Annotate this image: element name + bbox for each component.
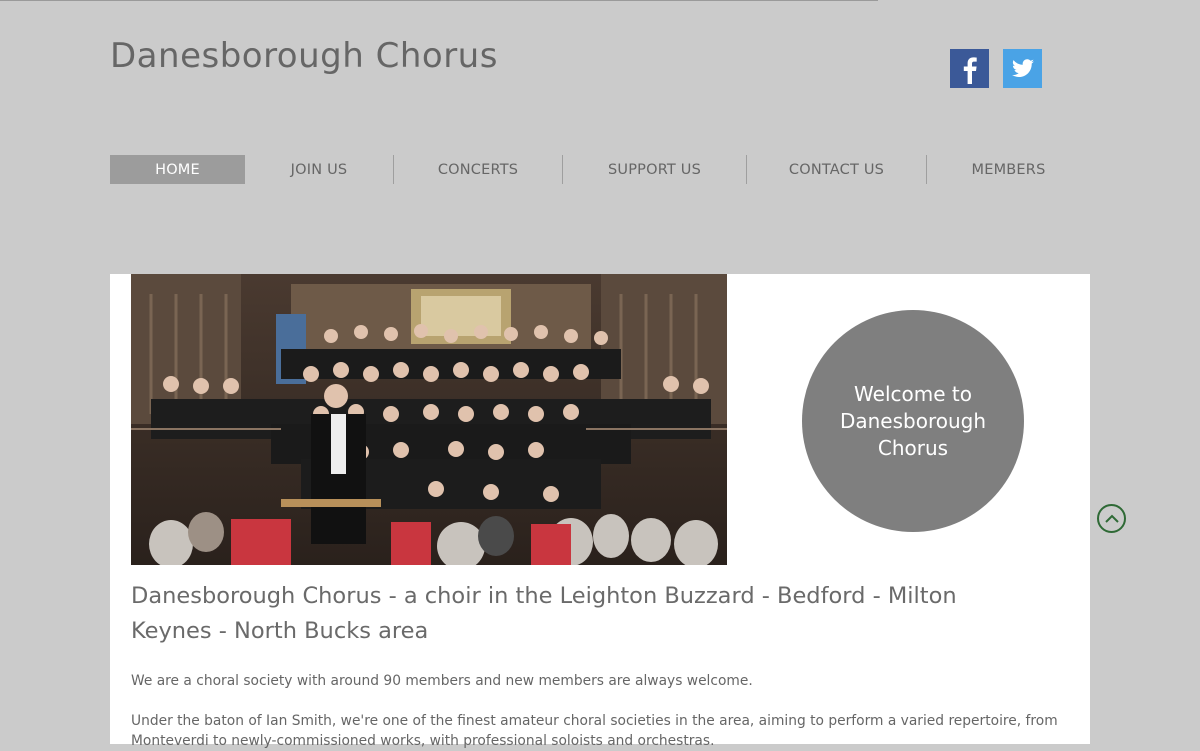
main-navigation: HOME JOIN US CONCERTS SUPPORT US CONTACT… [110,155,1090,184]
welcome-circle: Welcome to Danesborough Chorus [802,310,1024,532]
choir-photo [131,274,727,565]
description-paragraph: Under the baton of Ian Smith, we're one … [131,713,1058,749]
intro-paragraph: We are a choral society with around 90 m… [131,673,753,689]
nav-contact-us[interactable]: CONTACT US [747,155,926,184]
chevron-up-icon [1104,514,1119,523]
nav-join-us[interactable]: JOIN US [245,155,393,184]
twitter-icon[interactable] [1003,49,1042,88]
top-border-line [0,0,878,1]
welcome-text: Welcome to Danesborough Chorus [839,381,987,460]
nav-concerts[interactable]: CONCERTS [394,155,562,184]
scroll-to-top-button[interactable] [1097,504,1126,533]
page-headline: Danesborough Chorus - a choir in the Lei… [131,583,957,644]
social-links [950,49,1042,88]
site-title[interactable]: Danesborough Chorus [110,36,498,76]
nav-members[interactable]: MEMBERS [927,155,1090,184]
nav-support-us[interactable]: SUPPORT US [563,155,746,184]
main-content-panel: Welcome to Danesborough Chorus Danesboro… [110,274,1090,749]
nav-home[interactable]: HOME [110,155,245,184]
facebook-icon[interactable] [950,49,989,88]
